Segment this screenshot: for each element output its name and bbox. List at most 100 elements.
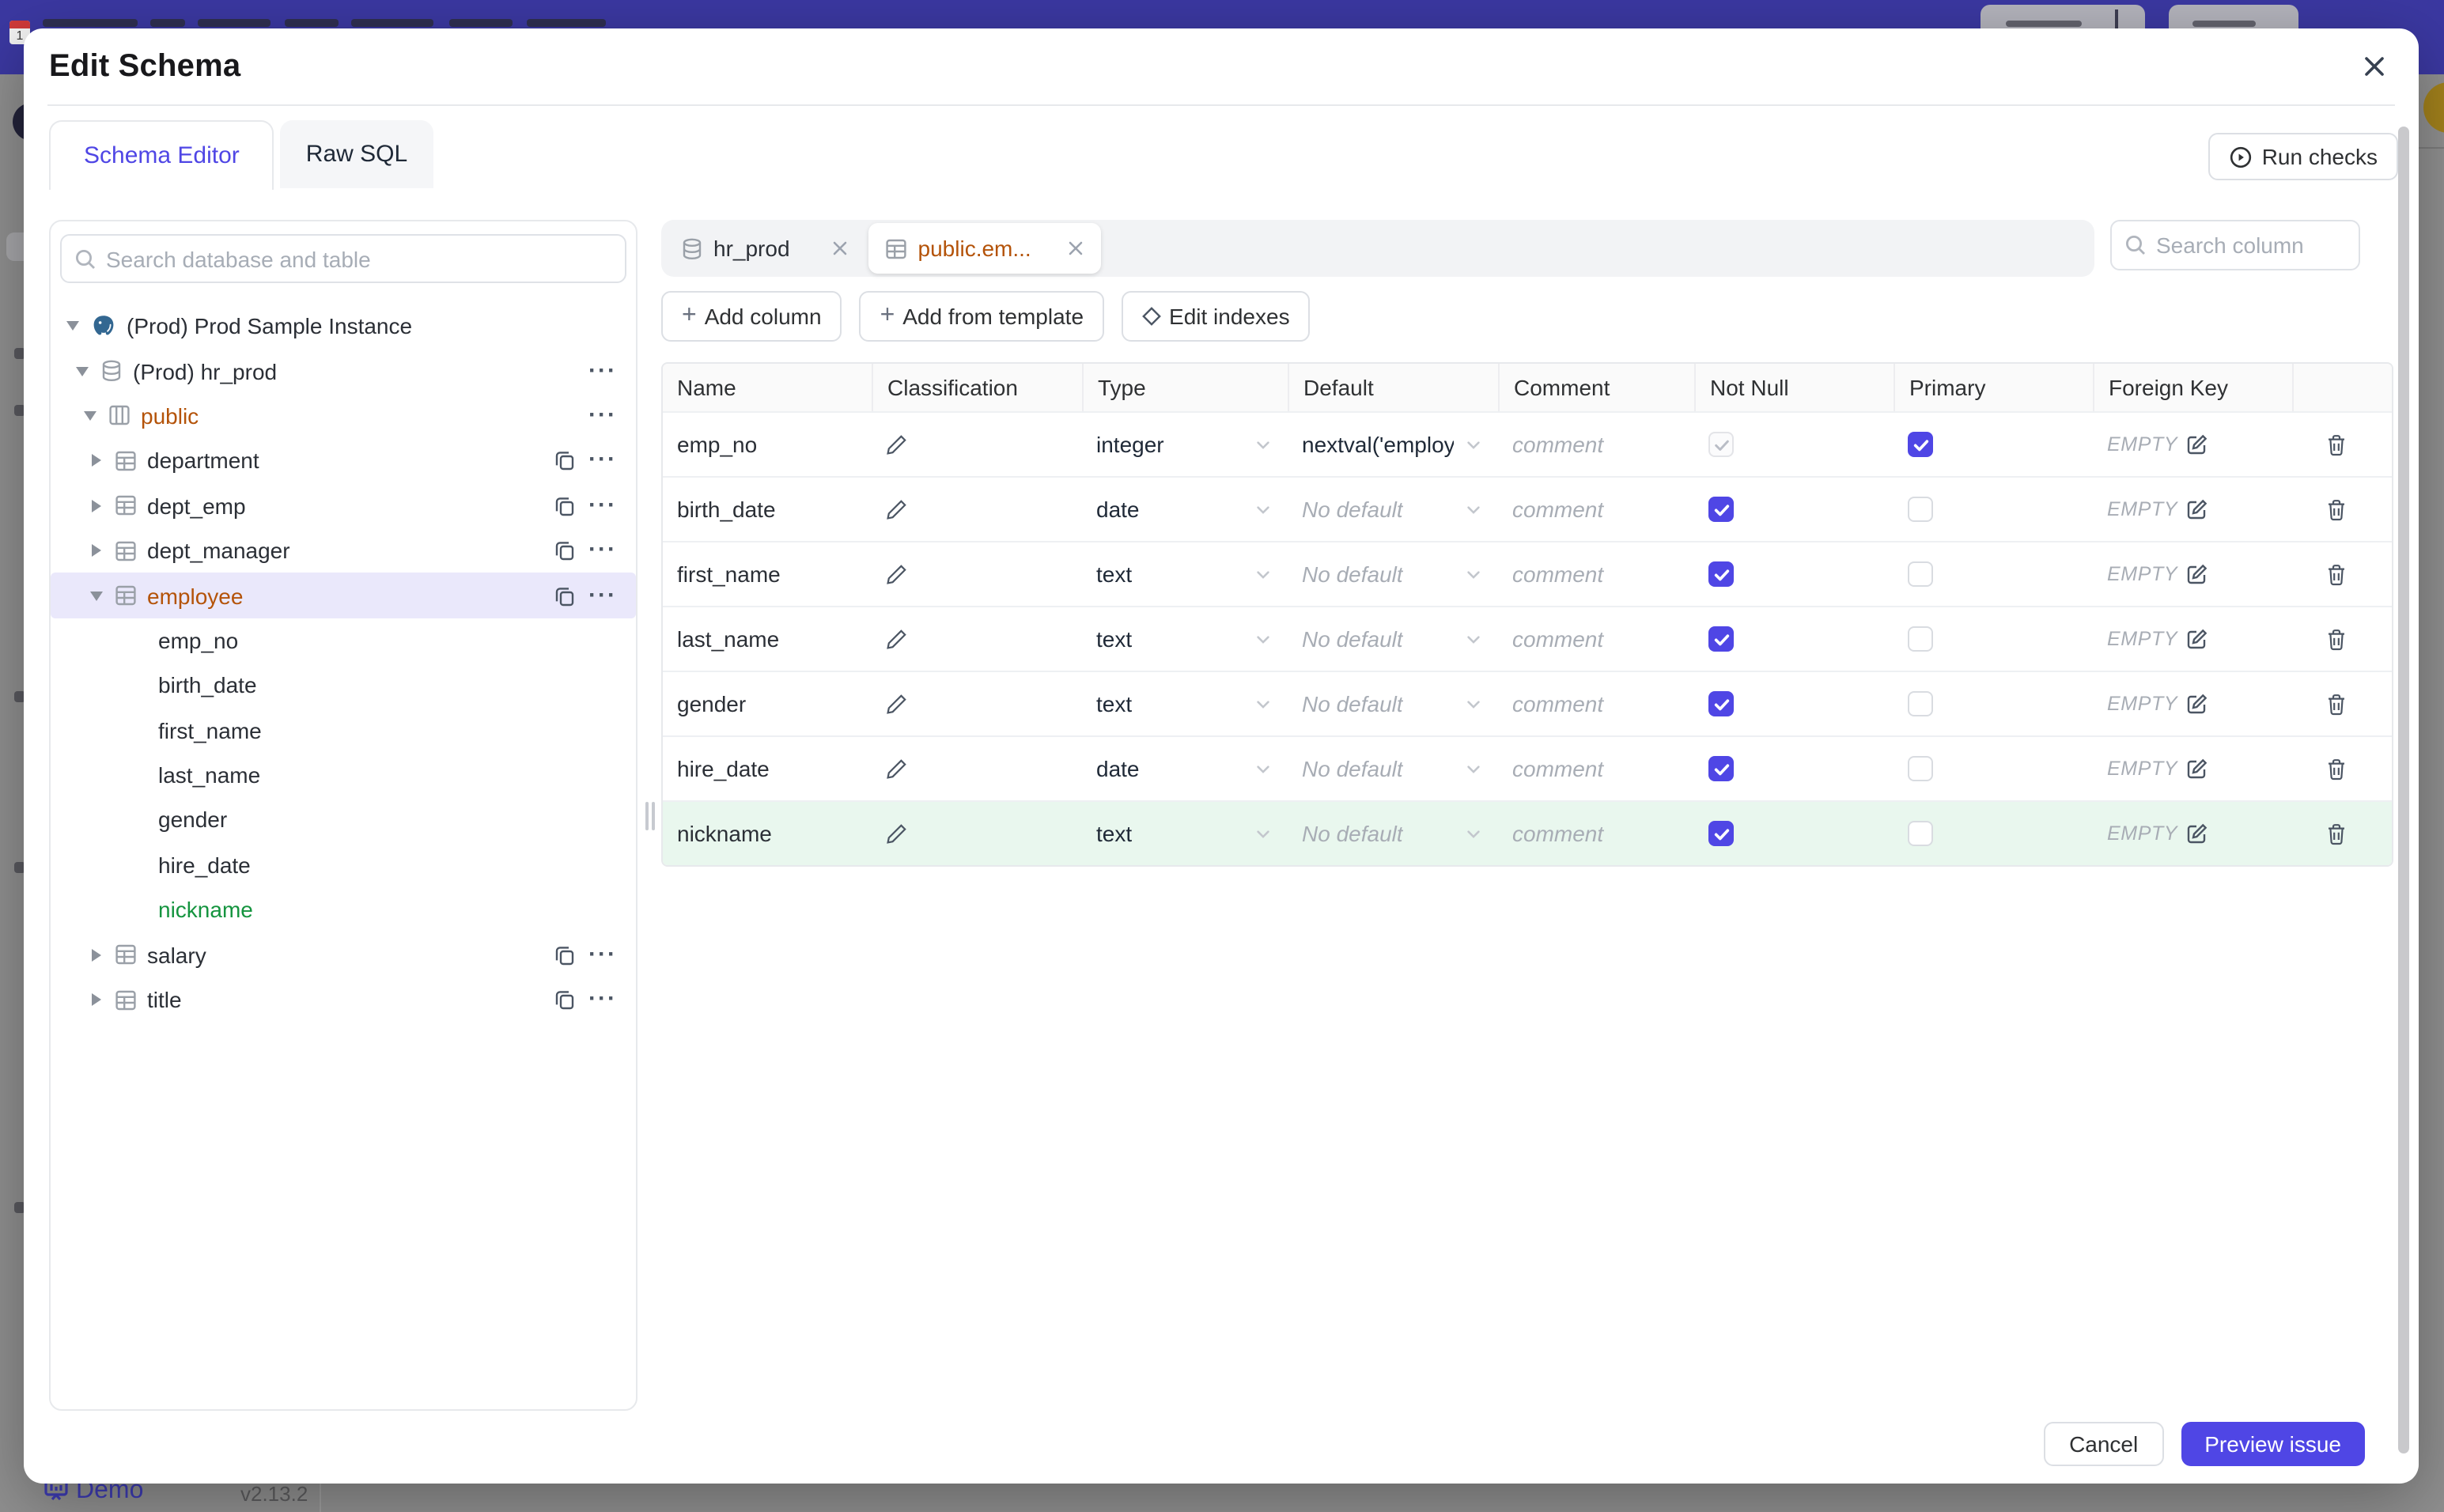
tree-item-first-name[interactable]: first_name (51, 708, 636, 753)
tree-search-input[interactable] (60, 234, 626, 283)
tree-item-salary[interactable]: salary ··· (51, 932, 636, 977)
tree-item-prod-prod-sample-instance[interactable]: (Prod) Prod Sample Instance (51, 304, 636, 349)
edit-foreign-key-icon[interactable] (2185, 498, 2208, 520)
delete-column-icon[interactable] (2325, 692, 2347, 716)
comment-input[interactable]: comment (1512, 561, 1603, 587)
column-search-input[interactable] (2110, 220, 2360, 270)
type-select[interactable]: text (1082, 802, 1288, 865)
tree-item-dept-manager[interactable]: dept_manager ··· (51, 528, 636, 573)
type-select[interactable]: date (1082, 478, 1288, 541)
default-select[interactable]: No default (1288, 607, 1498, 671)
delete-column-icon[interactable] (2325, 433, 2347, 456)
edit-foreign-key-icon[interactable] (2185, 563, 2208, 585)
chevron-down-icon[interactable] (87, 591, 106, 601)
primary-checkbox[interactable] (1908, 626, 1933, 652)
delete-column-icon[interactable] (2325, 627, 2347, 651)
column-name[interactable]: hire_date (677, 756, 770, 781)
tab-raw-sql[interactable]: Raw SQL (280, 120, 433, 188)
copy-icon[interactable] (554, 988, 576, 1011)
comment-input[interactable]: comment (1512, 756, 1603, 781)
comment-input[interactable]: comment (1512, 497, 1603, 522)
copy-icon[interactable] (554, 584, 576, 607)
chevron-right-icon[interactable] (87, 948, 106, 962)
classification-edit-icon[interactable] (886, 693, 908, 715)
column-name[interactable]: emp_no (677, 432, 757, 457)
classification-edit-icon[interactable] (886, 822, 908, 845)
cancel-button[interactable]: Cancel (2044, 1422, 2164, 1466)
tab-chip-public-employee[interactable]: public.em... (868, 223, 1101, 274)
delete-column-icon[interactable] (2325, 757, 2347, 781)
default-select[interactable]: No default (1288, 737, 1498, 800)
close-tab-icon[interactable] (831, 239, 850, 258)
more-actions-icon[interactable]: ··· (588, 493, 617, 517)
edit-foreign-key-icon[interactable] (2185, 433, 2208, 455)
chevron-down-icon[interactable] (73, 366, 92, 376)
not-null-checkbox[interactable] (1708, 561, 1734, 587)
chevron-right-icon[interactable] (87, 499, 106, 512)
chevron-right-icon[interactable] (87, 454, 106, 467)
default-select[interactable]: No default (1288, 478, 1498, 541)
copy-icon[interactable] (554, 495, 576, 517)
classification-edit-icon[interactable] (886, 563, 908, 585)
comment-input[interactable]: comment (1512, 821, 1603, 846)
tree-item-birth-date[interactable]: birth_date (51, 663, 636, 708)
type-select[interactable]: integer (1082, 413, 1288, 476)
type-select[interactable]: text (1082, 607, 1288, 671)
more-actions-icon[interactable]: ··· (588, 987, 617, 1011)
classification-edit-icon[interactable] (886, 758, 908, 780)
more-actions-icon[interactable]: ··· (588, 403, 617, 427)
not-null-checkbox[interactable] (1708, 691, 1734, 716)
type-select[interactable]: text (1082, 672, 1288, 735)
tab-schema-editor[interactable]: Schema Editor (49, 120, 274, 190)
panel-resize-handle[interactable] (637, 220, 661, 1414)
tree-item-department[interactable]: department ··· (51, 438, 636, 483)
tree-item-hire-date[interactable]: hire_date (51, 842, 636, 887)
tree-item-nickname[interactable]: nickname (51, 887, 636, 932)
not-null-checkbox[interactable] (1708, 626, 1734, 652)
default-select[interactable]: No default (1288, 802, 1498, 865)
not-null-checkbox[interactable] (1708, 756, 1734, 781)
column-name[interactable]: first_name (677, 561, 781, 587)
column-name[interactable]: birth_date (677, 497, 776, 522)
tree-item-last-name[interactable]: last_name (51, 753, 636, 798)
classification-edit-icon[interactable] (886, 433, 908, 455)
classification-edit-icon[interactable] (886, 498, 908, 520)
column-name[interactable]: last_name (677, 626, 779, 652)
more-actions-icon[interactable]: ··· (588, 358, 617, 382)
copy-icon[interactable] (554, 539, 576, 561)
copy-icon[interactable] (554, 450, 576, 472)
type-select[interactable]: text (1082, 542, 1288, 606)
primary-checkbox[interactable] (1908, 497, 1933, 522)
edit-indexes-button[interactable]: Edit indexes (1122, 291, 1311, 342)
column-name[interactable]: gender (677, 691, 746, 716)
comment-input[interactable]: comment (1512, 691, 1603, 716)
chevron-right-icon[interactable] (87, 544, 106, 558)
chevron-right-icon[interactable] (87, 993, 106, 1007)
comment-input[interactable]: comment (1512, 432, 1603, 457)
primary-checkbox[interactable] (1908, 821, 1933, 846)
close-icon[interactable] (2355, 47, 2393, 85)
run-checks-button[interactable]: Run checks (2208, 133, 2398, 180)
edit-foreign-key-icon[interactable] (2185, 822, 2208, 845)
edit-foreign-key-icon[interactable] (2185, 693, 2208, 715)
classification-edit-icon[interactable] (886, 628, 908, 650)
more-actions-icon[interactable]: ··· (588, 538, 617, 561)
default-select[interactable]: No default (1288, 542, 1498, 606)
tree-item-employee[interactable]: employee ··· (51, 573, 636, 618)
column-name[interactable]: nickname (677, 821, 772, 846)
add-from-template-button[interactable]: + Add from template (859, 291, 1105, 342)
primary-checkbox[interactable] (1908, 691, 1933, 716)
tree-item-public[interactable]: public ··· (51, 394, 636, 439)
tab-chip-hr-prod[interactable]: hr_prod (661, 220, 866, 277)
add-column-button[interactable]: + Add column (661, 291, 842, 342)
copy-icon[interactable] (554, 943, 576, 966)
tree-item-title[interactable]: title ··· (51, 977, 636, 1022)
delete-column-icon[interactable] (2325, 562, 2347, 586)
not-null-checkbox[interactable] (1708, 821, 1734, 846)
more-actions-icon[interactable]: ··· (588, 583, 617, 607)
tree-item-dept-emp[interactable]: dept_emp ··· (51, 483, 636, 528)
primary-checkbox[interactable] (1908, 756, 1933, 781)
tree-item-prod-hr-prod[interactable]: (Prod) hr_prod ··· (51, 349, 636, 394)
more-actions-icon[interactable]: ··· (588, 942, 617, 966)
chevron-down-icon[interactable] (81, 410, 100, 421)
